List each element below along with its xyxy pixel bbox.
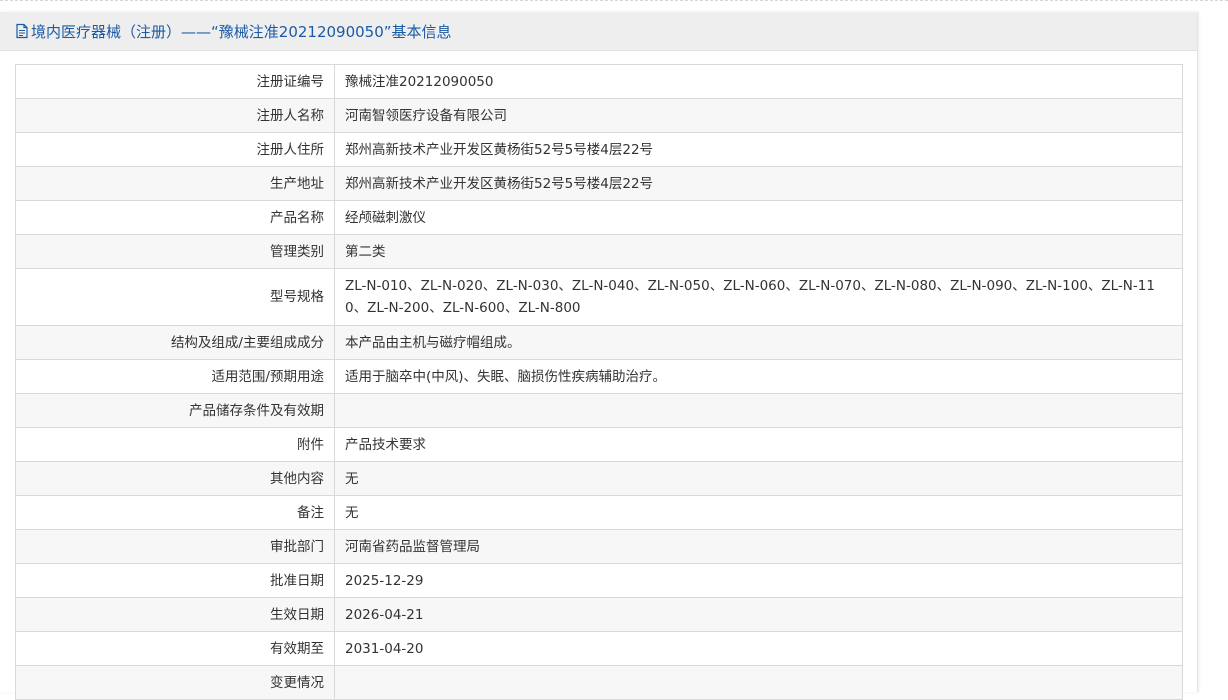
table-row: 结构及组成/主要组成成分 本产品由主机与磁疗帽组成。 <box>15 325 1183 360</box>
detail-panel: 境内医疗器械（注册）——“豫械注准20212090050”基本信息 注册证编号豫… <box>0 12 1198 700</box>
field-label: 其他内容 <box>15 461 335 496</box>
field-value: 经颅磁刺激仪 <box>334 200 1183 235</box>
table-row: 注册人住所 郑州高新技术产业开发区黄杨街52号5号楼4层22号 <box>15 132 1183 167</box>
field-label: 附件 <box>15 427 335 462</box>
field-value: 2025-12-29 <box>334 563 1183 598</box>
field-value: ZL-N-010、ZL-N-020、ZL-N-030、ZL-N-040、ZL-N… <box>334 268 1183 326</box>
page-title: 境内医疗器械（注册）——“豫械注准20212090050”基本信息 <box>31 22 452 41</box>
field-value: 河南省药品监督管理局 <box>334 529 1183 564</box>
field-label: 批准日期 <box>15 563 335 598</box>
field-label: 型号规格 <box>15 268 335 326</box>
field-value: 产品技术要求 <box>334 427 1183 462</box>
field-value: 无 <box>334 461 1183 496</box>
table-row: 有效期至 2031-04-20 <box>15 631 1183 666</box>
field-value: 无 <box>334 495 1183 530</box>
field-value: 豫械注准20212090050 <box>334 64 1183 99</box>
table-row: 变更情况 <box>15 665 1183 700</box>
field-value: 郑州高新技术产业开发区黄杨街52号5号楼4层22号 <box>334 132 1183 167</box>
document-icon <box>15 23 29 39</box>
field-label: 有效期至 <box>15 631 335 666</box>
top-dashed-divider <box>0 0 1228 2</box>
field-label: 产品储存条件及有效期 <box>15 393 335 428</box>
field-label: 注册人名称 <box>15 98 335 133</box>
table-row: 型号规格 ZL-N-010、ZL-N-020、ZL-N-030、ZL-N-040、… <box>15 268 1183 326</box>
table-row: 批准日期 2025-12-29 <box>15 563 1183 598</box>
table-row: 适用范围/预期用途 适用于脑卒中(中风)、失眠、脑损伤性疾病辅助治疗。 <box>15 359 1183 394</box>
field-label: 变更情况 <box>15 665 335 700</box>
field-label: 备注 <box>15 495 335 530</box>
field-label: 结构及组成/主要组成成分 <box>15 325 335 360</box>
field-value: 2031-04-20 <box>334 631 1183 666</box>
table-row: 备注无 <box>15 495 1183 530</box>
table-row: 其他内容无 <box>15 461 1183 496</box>
field-value: 郑州高新技术产业开发区黄杨街52号5号楼4层22号 <box>334 166 1183 201</box>
field-value: 河南智领医疗设备有限公司 <box>334 98 1183 133</box>
table-row: 附件 产品技术要求 <box>15 427 1183 462</box>
table-row: 产品名称 经颅磁刺激仪 <box>15 200 1183 235</box>
table-row: 审批部门 河南省药品监督管理局 <box>15 529 1183 564</box>
field-value: 本产品由主机与磁疗帽组成。 <box>334 325 1183 360</box>
field-value: 2026-04-21 <box>334 597 1183 632</box>
field-label: 适用范围/预期用途 <box>15 359 335 394</box>
field-label: 产品名称 <box>15 200 335 235</box>
table-row: 注册证编号 豫械注准20212090050 <box>15 64 1183 99</box>
panel-header: 境内医疗器械（注册）——“豫械注准20212090050”基本信息 <box>0 12 1197 51</box>
table-row: 生产地址 郑州高新技术产业开发区黄杨街52号5号楼4层22号 <box>15 166 1183 201</box>
table-row: 生效日期 2026-04-21 <box>15 597 1183 632</box>
field-value: 适用于脑卒中(中风)、失眠、脑损伤性疾病辅助治疗。 <box>334 359 1183 394</box>
field-label: 生效日期 <box>15 597 335 632</box>
field-label: 注册人住所 <box>15 132 335 167</box>
field-value <box>334 393 1183 428</box>
table-row: 管理类别 第二类 <box>15 234 1183 269</box>
table-row: 产品储存条件及有效期 <box>15 393 1183 428</box>
field-label: 注册证编号 <box>15 64 335 99</box>
info-table: 注册证编号 豫械注准20212090050 注册人名称 河南智领医疗设备有限公司 注册人… <box>15 64 1183 700</box>
field-value: 第二类 <box>334 234 1183 269</box>
field-label: 生产地址 <box>15 166 335 201</box>
field-label: 管理类别 <box>15 234 335 269</box>
field-label: 审批部门 <box>15 529 335 564</box>
table-row: 注册人名称 河南智领医疗设备有限公司 <box>15 98 1183 133</box>
field-value <box>334 665 1183 700</box>
